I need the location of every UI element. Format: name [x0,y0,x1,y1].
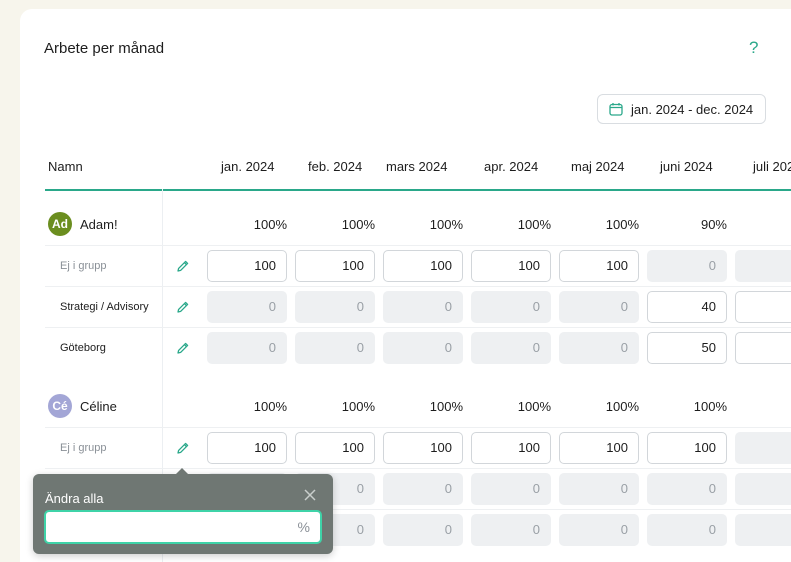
allocation-input[interactable]: 100 [471,250,551,282]
change-all-input-wrapper: % [44,510,322,544]
page-title: Arbete per månad [44,40,165,57]
month-total: 100% [517,217,551,232]
allocation-input[interactable]: 100 [207,250,287,282]
pencil-icon[interactable] [176,441,190,460]
allocation-input[interactable]: 100 [207,432,287,464]
month-total: 100% [429,399,463,414]
month-total: 100% [429,217,463,232]
allocation-input[interactable]: 0 [207,291,287,323]
month-total: 100% [605,399,639,414]
group-label: Göteborg [60,342,106,354]
month-total: 100% [517,399,551,414]
percent-suffix: % [297,519,310,535]
allocation-input[interactable]: 0 [383,473,463,505]
allocation-input[interactable]: 100 [383,432,463,464]
group-label: Ej i grupp [60,260,107,272]
allocation-input[interactable]: 0 [207,332,287,364]
allocation-input[interactable]: 50 [647,332,727,364]
change-all-input[interactable] [54,516,278,540]
allocation-input[interactable]: 100 [647,432,727,464]
month-total: 100% [693,399,727,414]
pencil-icon[interactable] [176,300,190,319]
column-header-month[interactable]: mars 2024 [386,159,447,174]
allocation-input[interactable]: 0 [295,291,375,323]
help-icon[interactable]: ? [749,38,758,58]
avatar: Cé [48,394,72,418]
group-label: Ej i grupp [60,442,107,454]
allocation-input[interactable]: 0 [647,250,727,282]
pencil-icon[interactable] [176,341,190,360]
group-row: Göteborg 0 0 0 0 0 50 [45,327,791,369]
allocation-input[interactable]: 0 [647,473,727,505]
allocation-input[interactable]: 100 [295,432,375,464]
allocation-input[interactable]: 0 [383,332,463,364]
close-icon[interactable] [303,488,317,507]
allocation-input[interactable]: 100 [471,432,551,464]
change-all-popover: Ändra alla % [33,468,333,554]
month-total: 100% [341,217,375,232]
allocation-input[interactable]: 0 [471,291,551,323]
allocation-input[interactable]: 100 [383,250,463,282]
month-total: 100% [253,217,287,232]
person-name: Céline [80,399,117,414]
column-header-month[interactable]: jan. 2024 [221,159,275,174]
avatar: Ad [48,212,72,236]
column-header-month[interactable]: feb. 2024 [308,159,362,174]
group-row: Ej i grupp 100 100 100 100 100 100 [45,427,791,469]
person-name: Adam! [80,217,118,232]
popover-title: Ändra alla [45,491,104,506]
allocation-input[interactable]: 100 [295,250,375,282]
column-header-month[interactable]: maj 2024 [571,159,624,174]
allocation-input[interactable] [735,332,791,364]
month-total: 100% [605,217,639,232]
pencil-icon[interactable] [176,259,190,278]
month-total: 90% [700,217,727,232]
allocation-input[interactable] [735,432,791,464]
month-total: 100% [341,399,375,414]
allocation-input[interactable]: 0 [559,332,639,364]
allocation-input[interactable] [735,291,791,323]
allocation-input[interactable]: 100 [559,432,639,464]
calendar-icon [609,103,623,116]
column-header-month[interactable]: juni 2024 [660,159,713,174]
allocation-input[interactable] [735,250,791,282]
allocation-input[interactable]: 40 [647,291,727,323]
allocation-input[interactable]: 0 [471,514,551,546]
column-header-month[interactable]: apr. 2024 [484,159,538,174]
allocation-input[interactable]: 0 [559,291,639,323]
allocation-input[interactable]: 0 [471,473,551,505]
date-range-label: jan. 2024 - dec. 2024 [631,101,754,117]
allocation-input[interactable] [735,514,791,546]
allocation-input[interactable]: 100 [559,250,639,282]
allocation-input[interactable]: 0 [559,473,639,505]
month-total: 100% [253,399,287,414]
column-header-month[interactable]: juli 2024 [753,159,791,174]
allocation-input[interactable]: 0 [471,332,551,364]
date-range-button[interactable]: jan. 2024 - dec. 2024 [597,94,766,124]
allocation-input[interactable] [735,473,791,505]
table-header: Namn jan. 2024 feb. 2024 mars 2024 apr. 202… [45,159,791,191]
allocation-input[interactable]: 0 [383,291,463,323]
column-header-name[interactable]: Namn [48,159,83,174]
person-row: Cé Céline 100% 100% 100% 100% 100% 100% [45,381,791,427]
group-row: Ej i grupp 100 100 100 100 100 0 [45,245,791,287]
person-row: Ad Adam! 100% 100% 100% 100% 100% 90% [45,199,791,245]
allocation-input[interactable]: 0 [559,514,639,546]
allocation-input[interactable]: 0 [383,514,463,546]
allocation-input[interactable]: 0 [295,332,375,364]
group-row: Strategi / Advisory 0 0 0 0 0 40 [45,286,791,328]
group-label: Strategi / Advisory [60,301,149,313]
popover-arrow [176,468,188,474]
allocation-input[interactable]: 0 [647,514,727,546]
